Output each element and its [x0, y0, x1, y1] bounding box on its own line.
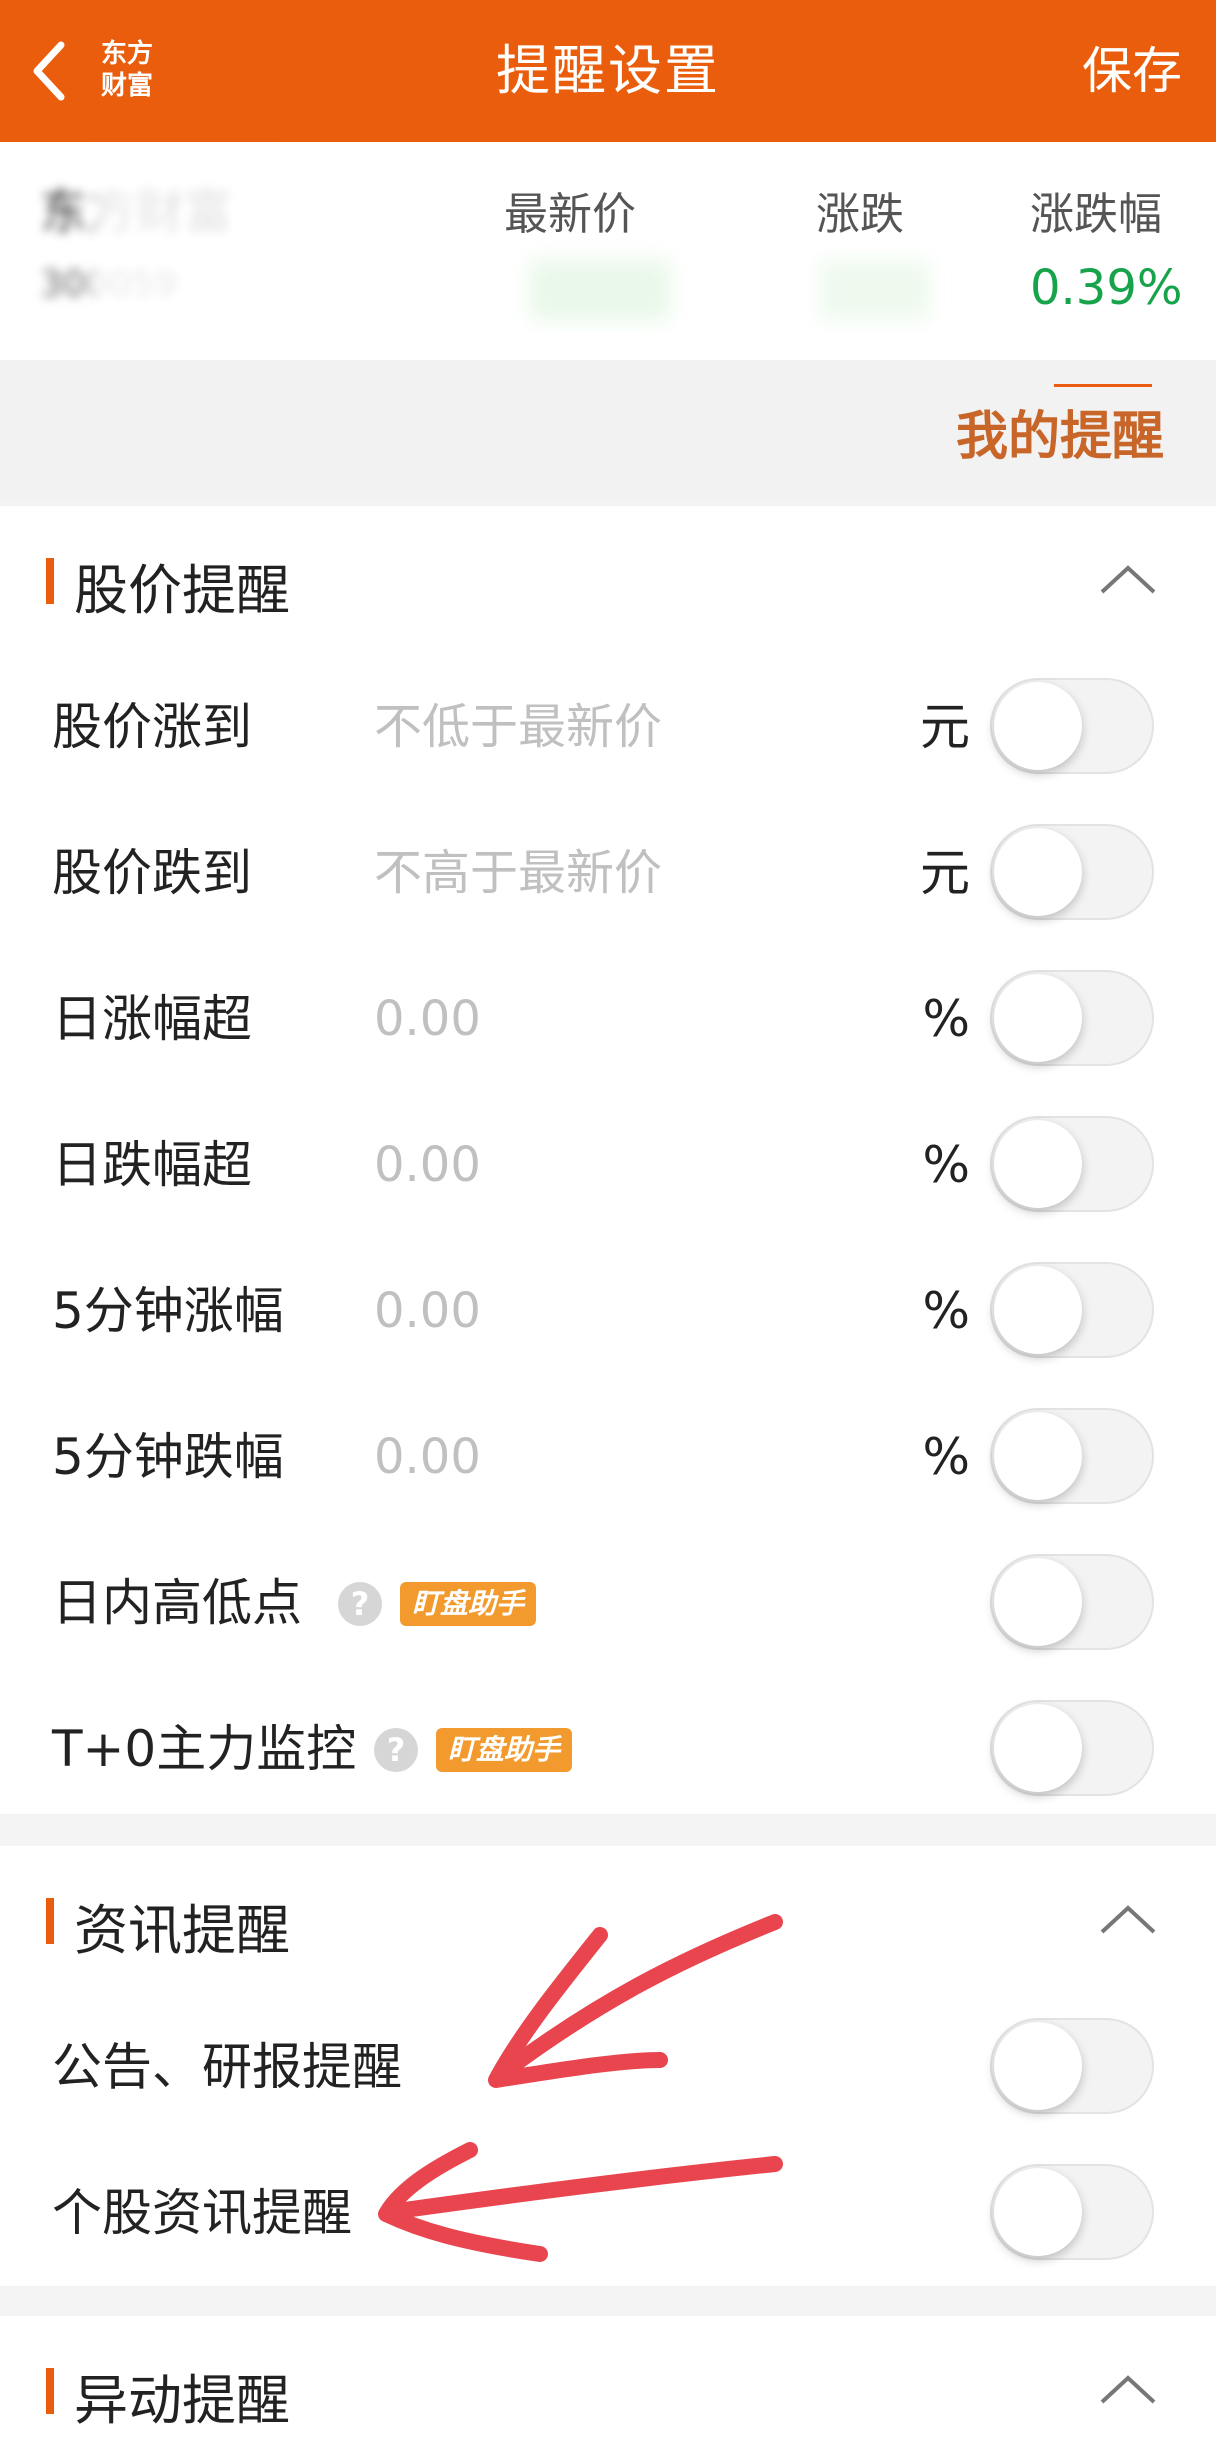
- reminder-row-day-fall: 日跌幅超 0.00 %: [0, 1092, 1216, 1238]
- section-title: 异动提醒: [74, 2369, 290, 2432]
- section-header[interactable]: 资讯提醒: [0, 1846, 1216, 1994]
- price-up-toggle[interactable]: [990, 678, 1154, 774]
- section-accent-bar: [46, 558, 54, 604]
- reminder-row-day-rise: 日涨幅超 0.00 %: [0, 946, 1216, 1092]
- toggle-knob: [994, 2022, 1082, 2110]
- reminder-row-price-up: 股价涨到 不低于最新价 元: [0, 654, 1216, 800]
- unit-label: %: [922, 1136, 970, 1194]
- chevron-up-icon[interactable]: [1098, 2368, 1158, 2408]
- row-label: T+0主力监控: [52, 1720, 357, 1778]
- unit-label: %: [922, 1282, 970, 1340]
- watch-assistant-tag: 盯盘助手: [436, 1728, 573, 1772]
- toggle-knob: [994, 1120, 1082, 1208]
- col-change-pct: 涨跌幅: [1030, 189, 1162, 240]
- unit-label: 元: [920, 698, 970, 756]
- reminder-row-5min-rise: 5分钟涨幅 0.00 %: [0, 1238, 1216, 1384]
- save-button[interactable]: 保存: [1082, 0, 1182, 142]
- day-rise-input[interactable]: 0.00: [374, 946, 481, 1092]
- stock-news-toggle[interactable]: [990, 2164, 1154, 2260]
- intraday-high-low-toggle[interactable]: [990, 1554, 1154, 1650]
- section-header[interactable]: 异动提醒: [0, 2316, 1216, 2446]
- change-pct-value: 0.39%: [1030, 260, 1183, 316]
- day-fall-toggle[interactable]: [990, 1116, 1154, 1212]
- row-label: 5分钟跌幅: [52, 1428, 284, 1486]
- reminder-row-t0-monitor: T+0主力监控 ? 盯盘助手: [0, 1676, 1216, 1822]
- toggle-knob: [994, 1266, 1082, 1354]
- stock-info-bar: 东方财富 300059 最新价 涨跌 涨跌幅 0.39%: [0, 142, 1216, 360]
- section-accent-bar: [46, 1898, 54, 1944]
- day-fall-input[interactable]: 0.00: [374, 1092, 481, 1238]
- row-label: 个股资讯提醒: [52, 2184, 352, 2242]
- news-reminder-section: 资讯提醒 公告、研报提醒 个股资讯提醒: [0, 1846, 1216, 2286]
- my-reminders-link[interactable]: 我的提醒: [956, 394, 1164, 469]
- col-change: 涨跌: [816, 189, 904, 240]
- toggle-knob: [994, 1558, 1082, 1646]
- row-label: 5分钟涨幅: [52, 1282, 284, 1340]
- movement-reminder-section: 异动提醒: [0, 2316, 1216, 2446]
- row-label: 日内高低点: [52, 1574, 302, 1632]
- section-header[interactable]: 股价提醒: [0, 506, 1216, 654]
- privacy-blur: [90, 156, 280, 356]
- price-down-input[interactable]: 不高于最新价: [374, 800, 662, 946]
- change-value: [820, 260, 930, 320]
- five-min-rise-toggle[interactable]: [990, 1262, 1154, 1358]
- five-min-rise-input[interactable]: 0.00: [374, 1238, 481, 1384]
- day-rise-toggle[interactable]: [990, 970, 1154, 1066]
- top-bar: 东方 财富 提醒设置 保存: [0, 0, 1216, 142]
- reminder-row-stock-news: 个股资讯提醒: [0, 2140, 1216, 2286]
- price-up-input[interactable]: 不低于最新价: [374, 654, 662, 800]
- toggle-knob: [994, 2168, 1082, 2256]
- five-min-fall-toggle[interactable]: [990, 1408, 1154, 1504]
- price-down-toggle[interactable]: [990, 824, 1154, 920]
- section-title: 资讯提醒: [74, 1899, 290, 1962]
- section-accent-bar: [46, 2368, 54, 2414]
- tab-indicator: [1054, 384, 1152, 387]
- reminder-row-announcements: 公告、研报提醒: [0, 1994, 1216, 2140]
- price-reminder-section: 股价提醒 股价涨到 不低于最新价 元 股价跌到 不高于最新价 元 日涨幅超 0.…: [0, 506, 1216, 1814]
- row-label: 股价涨到: [52, 698, 252, 756]
- toggle-knob: [994, 682, 1082, 770]
- reminder-row-5min-fall: 5分钟跌幅 0.00 %: [0, 1384, 1216, 1530]
- t0-monitor-toggle[interactable]: [990, 1700, 1154, 1796]
- chevron-up-icon[interactable]: [1098, 558, 1158, 598]
- row-label: 日跌幅超: [52, 1136, 252, 1194]
- section-title: 股价提醒: [74, 559, 290, 622]
- reminder-row-intraday-high-low: 日内高低点 ? 盯盘助手: [0, 1530, 1216, 1676]
- page-title: 提醒设置: [496, 39, 720, 102]
- chevron-up-icon[interactable]: [1098, 1898, 1158, 1938]
- row-label: 日涨幅超: [52, 990, 252, 1048]
- announcements-toggle[interactable]: [990, 2018, 1154, 2114]
- toggle-knob: [994, 974, 1082, 1062]
- toggle-knob: [994, 828, 1082, 916]
- row-label: 股价跌到: [52, 844, 252, 902]
- toggle-knob: [994, 1412, 1082, 1500]
- help-icon[interactable]: ?: [338, 1582, 382, 1626]
- latest-price-value: [530, 260, 670, 320]
- watch-assistant-tag: 盯盘助手: [400, 1582, 537, 1626]
- unit-label: %: [922, 990, 970, 1048]
- help-icon[interactable]: ?: [374, 1728, 418, 1772]
- unit-label: 元: [920, 844, 970, 902]
- five-min-fall-input[interactable]: 0.00: [374, 1384, 481, 1530]
- reminder-row-price-down: 股价跌到 不高于最新价 元: [0, 800, 1216, 946]
- row-label: 公告、研报提醒: [52, 2038, 402, 2096]
- reminder-settings-page: 东方 财富 提醒设置 保存 东方财富 300059 最新价 涨跌 涨跌幅 0.3…: [0, 0, 1216, 2446]
- my-reminders-strip: 我的提醒: [0, 360, 1216, 500]
- toggle-knob: [994, 1704, 1082, 1792]
- unit-label: %: [922, 1428, 970, 1486]
- col-latest-price: 最新价: [504, 189, 636, 240]
